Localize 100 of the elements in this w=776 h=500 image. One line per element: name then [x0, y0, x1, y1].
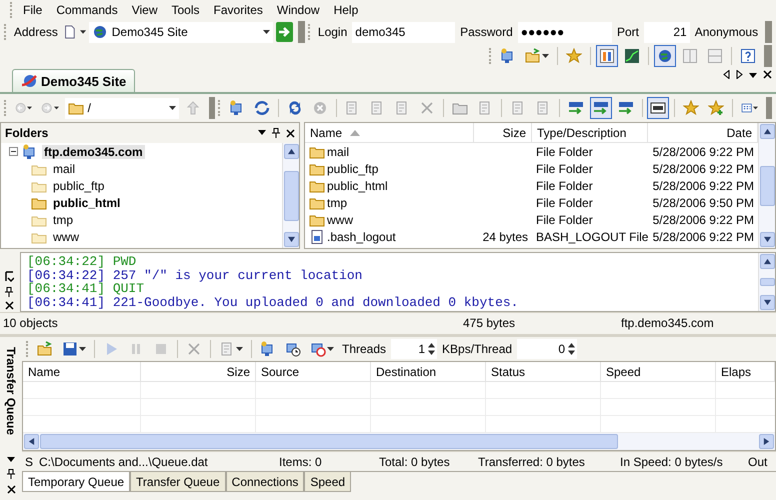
- column-header[interactable]: Size: [474, 123, 532, 143]
- scrollbar[interactable]: [282, 143, 299, 248]
- menu-item[interactable]: View: [126, 1, 164, 19]
- close-icon[interactable]: [4, 301, 14, 310]
- pin-icon[interactable]: [5, 287, 13, 297]
- menu-item[interactable]: Favorites: [208, 1, 269, 19]
- menu-item[interactable]: Window: [270, 1, 326, 19]
- column-header[interactable]: Name: [305, 123, 474, 143]
- scroll-thumb[interactable]: [760, 166, 774, 206]
- panel-title: Folders: [5, 126, 48, 140]
- column-header[interactable]: Speed: [601, 362, 716, 382]
- path-dropdown[interactable]: /: [64, 98, 180, 118]
- file-name-cell[interactable]: .bash_logout: [305, 228, 474, 245]
- file-name-cell[interactable]: public_html: [305, 177, 474, 194]
- tree-item[interactable]: tmp: [51, 212, 76, 226]
- queue-tab[interactable]: Temporary Queue: [22, 472, 130, 492]
- horizontal-scrollbar[interactable]: [23, 433, 775, 450]
- arrow-left-icon: [28, 438, 35, 445]
- column-header[interactable]: Destination: [371, 362, 486, 382]
- toolbar-chevron[interactable]: [298, 21, 306, 43]
- arrow-right-icon: [763, 438, 770, 445]
- kbps-spinner[interactable]: 0: [517, 339, 578, 359]
- scroll-up-button[interactable]: [284, 144, 298, 159]
- go-button[interactable]: [276, 22, 294, 42]
- queue-tab[interactable]: Transfer Queue: [130, 472, 226, 492]
- scroll-right-icon[interactable]: [736, 70, 743, 79]
- pin-icon[interactable]: [7, 469, 15, 479]
- scroll-right-button[interactable]: [759, 434, 774, 449]
- file-name-cell[interactable]: public_ftp: [305, 160, 474, 177]
- scroll-down-button[interactable]: [760, 232, 774, 247]
- close-icon[interactable]: [6, 485, 16, 494]
- scroll-down-button[interactable]: [284, 232, 298, 247]
- file-name-cell[interactable]: www: [305, 211, 474, 228]
- dropdown-icon[interactable]: [258, 130, 266, 136]
- close-icon[interactable]: [286, 128, 295, 138]
- status-text: C:\Documents and...\Queue.dat: [38, 454, 209, 468]
- site-tab[interactable]: Demo345 Site: [12, 69, 136, 92]
- delete-icon: [186, 341, 202, 357]
- dropdown-icon[interactable]: [749, 70, 757, 79]
- arrow-up-icon: [764, 128, 770, 135]
- file-name-cell[interactable]: tmp: [305, 194, 474, 211]
- menu-item[interactable]: File: [17, 1, 48, 19]
- toolbar-button[interactable]: [590, 97, 612, 119]
- menu-item[interactable]: Tools: [166, 1, 206, 19]
- site-dropdown[interactable]: Demo345 Site: [88, 22, 273, 42]
- toolbar-chevron[interactable]: [765, 21, 772, 43]
- scrollbar[interactable]: [758, 253, 775, 311]
- menu-item[interactable]: Commands: [50, 1, 124, 19]
- column-header[interactable]: Name: [23, 362, 141, 382]
- login-label: Login: [316, 25, 348, 39]
- spin-arrows-icon[interactable]: [568, 342, 576, 356]
- anonymous-label[interactable]: Anonymous: [692, 25, 760, 39]
- dropdown-icon[interactable]: [7, 457, 15, 463]
- column-header[interactable]: Size: [141, 362, 256, 382]
- log-icon[interactable]: [4, 271, 14, 283]
- split-view-icon: [707, 48, 723, 64]
- tree-item[interactable]: www: [51, 230, 81, 244]
- scrollbar[interactable]: [758, 123, 775, 248]
- status-text: 10 objects: [2, 316, 59, 330]
- status-text: Total: 0 bytes: [378, 454, 451, 468]
- scroll-left-icon[interactable]: [723, 70, 730, 79]
- tree-item[interactable]: ftp.demo345.com: [42, 144, 145, 158]
- scroll-up-button[interactable]: [760, 124, 774, 139]
- column-header[interactable]: Elaps: [716, 362, 775, 382]
- file-name-cell[interactable]: mail: [305, 143, 474, 160]
- status-text: S: [24, 454, 34, 468]
- port-field[interactable]: 21: [644, 22, 690, 42]
- threads-spinner[interactable]: 1: [391, 339, 438, 359]
- column-header[interactable]: Type/Description: [532, 123, 648, 143]
- file-icon: [309, 228, 325, 244]
- scroll-thumb[interactable]: [760, 278, 774, 286]
- scroll-up-button[interactable]: [760, 254, 774, 269]
- collapse-icon[interactable]: [9, 147, 18, 156]
- pin-icon[interactable]: [272, 128, 280, 138]
- tree-item[interactable]: public_html: [51, 196, 122, 210]
- scroll-left-button[interactable]: [24, 434, 39, 449]
- tree-item[interactable]: mail: [51, 162, 78, 176]
- status-text: 475 bytes: [462, 316, 516, 330]
- panel-title: Transfer Queue: [4, 347, 18, 436]
- scroll-thumb[interactable]: [284, 170, 298, 220]
- column-header[interactable]: Source: [256, 362, 371, 382]
- file-type-cell-text: File Folder: [535, 144, 594, 160]
- tree-item[interactable]: public_ftp: [51, 178, 106, 192]
- column-header[interactable]: Status: [486, 362, 601, 382]
- toolbar-chevron[interactable]: [209, 97, 216, 119]
- arrow-up-icon: [764, 258, 770, 265]
- queue-tab[interactable]: Connections: [226, 472, 304, 492]
- toolbar-button[interactable]: [647, 97, 670, 119]
- close-icon[interactable]: [763, 70, 772, 79]
- login-field[interactable]: demo345: [352, 22, 456, 42]
- file-date-cell-text: 5/28/2006 9:22 PM: [652, 144, 755, 160]
- password-field[interactable]: ●●●●●●: [518, 22, 612, 42]
- folder-icon: [37, 341, 53, 357]
- menu-item[interactable]: Help: [328, 1, 364, 19]
- file-type-cell-text: File Folder: [535, 178, 594, 194]
- scroll-thumb[interactable]: [40, 434, 618, 449]
- scroll-down-button[interactable]: [760, 295, 774, 310]
- caret-icon: [79, 347, 86, 351]
- queue-tab[interactable]: Speed: [304, 472, 352, 492]
- spin-arrows-icon[interactable]: [428, 342, 436, 356]
